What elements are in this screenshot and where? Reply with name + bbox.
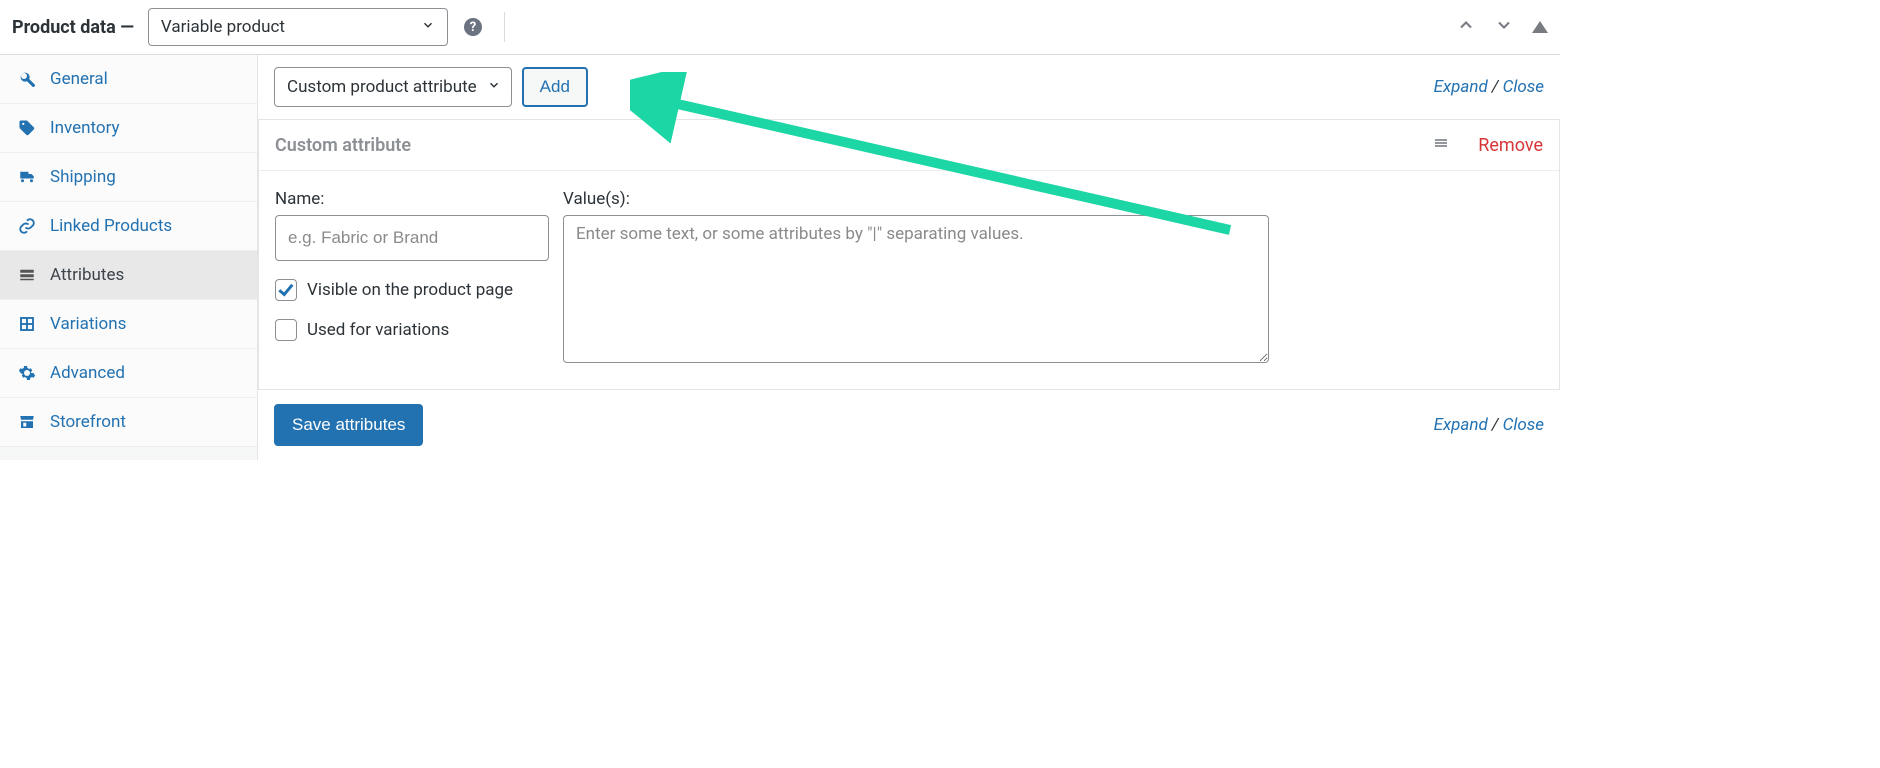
sidebar-item-label: Inventory xyxy=(50,118,120,138)
attributes-footer: Save attributes Expand/Close xyxy=(258,390,1560,460)
sidebar-item-linked-products[interactable]: Linked Products xyxy=(0,202,257,251)
visible-checkbox-label: Visible on the product page xyxy=(307,280,513,300)
main-content: Custom product attribute Add Expand/Clos… xyxy=(258,55,1560,460)
product-type-value: Variable product xyxy=(161,17,285,37)
values-label: Value(s): xyxy=(563,189,1543,209)
expand-link[interactable]: Expand xyxy=(1434,415,1488,435)
sidebar-item-label: Attributes xyxy=(50,265,124,285)
sidebar: General Inventory Shipping Linked Produc… xyxy=(0,55,258,460)
attribute-type-select[interactable]: Custom product attribute xyxy=(274,67,512,107)
tag-icon xyxy=(18,119,36,137)
help-icon[interactable]: ? xyxy=(464,18,482,36)
panel-header-controls xyxy=(1456,15,1548,39)
sidebar-item-label: Shipping xyxy=(50,167,116,187)
attribute-values-textarea[interactable] xyxy=(563,215,1269,363)
attribute-card-body: Name: Visible on the product page Used f… xyxy=(259,171,1559,389)
attribute-card: Custom attribute Remove Name: Visible on… xyxy=(258,120,1560,390)
chevron-down-icon xyxy=(421,17,435,37)
gear-icon xyxy=(18,364,36,382)
used-for-variations-label: Used for variations xyxy=(307,320,449,340)
panel-header: Product data — Variable product ? xyxy=(0,0,1560,55)
sidebar-item-label: Advanced xyxy=(50,363,125,383)
store-icon xyxy=(18,413,36,431)
panel-title: Product data — xyxy=(12,17,134,38)
attribute-card-title: Custom attribute xyxy=(275,135,411,156)
close-link[interactable]: Close xyxy=(1503,77,1544,97)
sidebar-item-shipping[interactable]: Shipping xyxy=(0,153,257,202)
attributes-toolbar: Custom product attribute Add Expand/Clos… xyxy=(258,55,1560,120)
expand-link[interactable]: Expand xyxy=(1434,77,1488,97)
sidebar-item-attributes[interactable]: Attributes xyxy=(0,251,257,300)
chevron-down-icon xyxy=(487,77,501,97)
save-attributes-button[interactable]: Save attributes xyxy=(274,404,423,446)
chevron-up-icon[interactable] xyxy=(1456,15,1476,39)
toolbar-links: Expand/Close xyxy=(1434,77,1544,97)
sidebar-item-general[interactable]: General xyxy=(0,55,257,104)
drag-handle-icon[interactable] xyxy=(1432,134,1450,156)
name-label: Name: xyxy=(275,189,549,209)
collapse-triangle-icon[interactable] xyxy=(1532,21,1548,33)
wrench-icon xyxy=(18,70,36,88)
divider xyxy=(504,12,505,42)
list-icon xyxy=(18,266,36,284)
attribute-card-header: Custom attribute Remove xyxy=(259,120,1559,171)
attribute-name-input[interactable] xyxy=(275,215,549,261)
remove-attribute-link[interactable]: Remove xyxy=(1478,135,1543,156)
sidebar-item-inventory[interactable]: Inventory xyxy=(0,104,257,153)
visible-checkbox[interactable] xyxy=(275,279,297,301)
sidebar-item-label: Variations xyxy=(50,314,126,334)
used-for-variations-checkbox[interactable] xyxy=(275,319,297,341)
sidebar-item-label: Linked Products xyxy=(50,216,172,236)
chevron-down-icon[interactable] xyxy=(1494,15,1514,39)
truck-icon xyxy=(18,168,36,186)
attribute-type-value: Custom product attribute xyxy=(287,77,477,97)
grid-icon xyxy=(18,315,36,333)
sidebar-item-advanced[interactable]: Advanced xyxy=(0,349,257,398)
product-type-select[interactable]: Variable product xyxy=(148,8,448,46)
link-icon xyxy=(18,217,36,235)
add-attribute-button[interactable]: Add xyxy=(522,67,588,107)
sidebar-item-label: General xyxy=(50,69,108,89)
sidebar-item-storefront[interactable]: Storefront xyxy=(0,398,257,447)
sidebar-item-variations[interactable]: Variations xyxy=(0,300,257,349)
close-link[interactable]: Close xyxy=(1503,415,1544,435)
sidebar-item-label: Storefront xyxy=(50,412,126,432)
footer-links: Expand/Close xyxy=(1434,415,1544,435)
